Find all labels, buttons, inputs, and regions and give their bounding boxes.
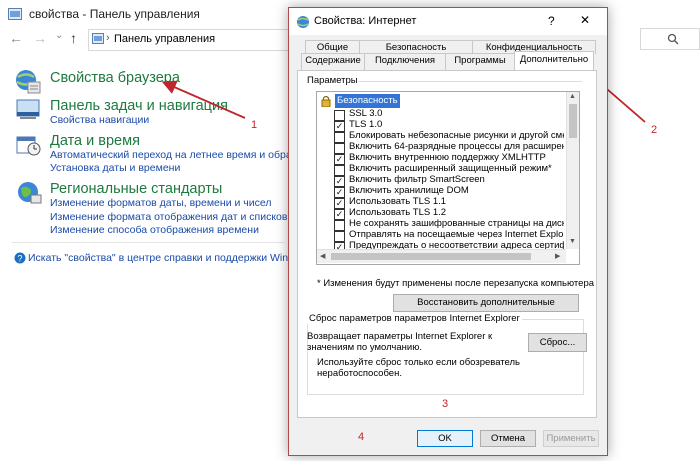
control-panel-icon <box>8 8 22 20</box>
help-icon: ? <box>14 252 26 264</box>
hscroll-thumb[interactable] <box>331 253 531 260</box>
tab-connections[interactable]: Подключения <box>364 53 446 70</box>
link-time-display[interactable]: Изменение способа отображения времени <box>50 224 259 236</box>
address-text: Панель управления <box>114 33 216 45</box>
link-navigation-settings[interactable]: Свойства навигации <box>50 114 149 126</box>
search-box[interactable] <box>640 28 700 50</box>
close-button[interactable]: ✕ <box>580 13 590 27</box>
lock-icon <box>321 95 331 107</box>
reset-group-label: Сброс параметров параметров Internet Exp… <box>307 313 522 324</box>
category-taskbar[interactable]: Панель задач и навигация <box>50 98 228 114</box>
scroll-down-arrow[interactable]: ▼ <box>569 238 576 245</box>
link-set-date-time[interactable]: Установка даты и времени <box>50 162 180 174</box>
reset-button[interactable]: Сброс... <box>528 333 587 352</box>
window-title: свойства - Панель управления <box>29 7 200 21</box>
dialog-title: Свойства: Интернет <box>314 15 417 27</box>
scroll-left-arrow[interactable]: ◀ <box>320 252 325 260</box>
scroll-up-arrow[interactable]: ▲ <box>569 93 576 100</box>
internet-globe-icon <box>297 16 309 28</box>
restart-note: * Изменения будут применены после переза… <box>317 278 595 289</box>
control-panel-small-icon <box>92 33 104 44</box>
scroll-thumb[interactable] <box>569 104 577 138</box>
restore-advanced-button[interactable]: Восстановить дополнительные параметры <box>393 294 579 324</box>
cancel-button[interactable]: Отмена <box>480 430 536 447</box>
taskbar-icon <box>16 99 40 119</box>
ok-button[interactable]: OK <box>417 430 473 447</box>
advanced-settings-list[interactable]: Безопасность SSL 3.0 ✓ TLS 1.0 Блокировать … <box>316 91 580 265</box>
reset-warning: Используйте сброс только если обозревате… <box>317 357 520 379</box>
help-search-link[interactable]: Искать "свойства" в центре справки и под… <box>28 252 313 264</box>
tab-programs[interactable]: Программы <box>445 53 515 70</box>
annotation-2: 2 <box>651 124 658 136</box>
link-daylight-saving[interactable]: Автоматический переход на летнее время и… <box>50 149 308 161</box>
back-button[interactable]: ← <box>9 30 23 46</box>
regional-icon <box>18 182 42 204</box>
link-date-list-format[interactable]: Изменение формата отображения дат и спис… <box>50 211 287 223</box>
dialog-titlebar: Свойства: Интернет ? ✕ <box>289 8 607 35</box>
category-date-time[interactable]: Дата и время <box>50 133 140 149</box>
annotation-1: 1 <box>251 119 258 131</box>
tab-general[interactable]: Общие <box>305 40 360 54</box>
date-time-icon <box>16 136 41 156</box>
scroll-right-arrow[interactable]: ▶ <box>555 252 560 260</box>
tree-group-label: Безопасность <box>335 94 400 108</box>
tab-content[interactable]: Содержание <box>301 53 365 70</box>
annotation-4: 4 <box>358 431 365 443</box>
reset-description: Возвращает параметры Internet Explorer к… <box>307 331 493 353</box>
search-icon <box>667 33 679 45</box>
svg-text:?: ? <box>17 254 22 264</box>
help-button[interactable]: ? <box>548 14 555 28</box>
divider <box>12 242 284 243</box>
category-regional[interactable]: Региональные стандарты <box>50 181 222 197</box>
category-internet-options[interactable]: Свойства браузера <box>50 70 180 86</box>
forward-button[interactable]: → <box>33 30 47 46</box>
params-rule <box>359 81 582 82</box>
annotation-3: 3 <box>442 398 449 410</box>
list-vertical-scrollbar[interactable]: ▲ ▼ <box>566 92 579 249</box>
tab-security[interactable]: Безопасность <box>359 40 473 54</box>
internet-options-dialog: Свойства: Интернет ? ✕ Общие Безопасност… <box>288 7 608 456</box>
apply-button[interactable]: Применить <box>543 430 599 447</box>
params-label: Параметры <box>307 75 358 86</box>
internet-options-icon <box>16 70 41 94</box>
list-horizontal-scrollbar[interactable]: ◀ ▶ <box>317 249 566 263</box>
tree-group-security: Безопасность <box>321 94 566 108</box>
up-button[interactable]: ↑ <box>70 30 77 46</box>
tab-advanced[interactable]: Дополнительно <box>514 51 594 71</box>
link-date-time-formats[interactable]: Изменение форматов даты, времени и чисел <box>50 197 271 209</box>
address-chevron: › <box>106 32 110 44</box>
recent-locations-button[interactable]: ⌄ <box>55 30 63 41</box>
